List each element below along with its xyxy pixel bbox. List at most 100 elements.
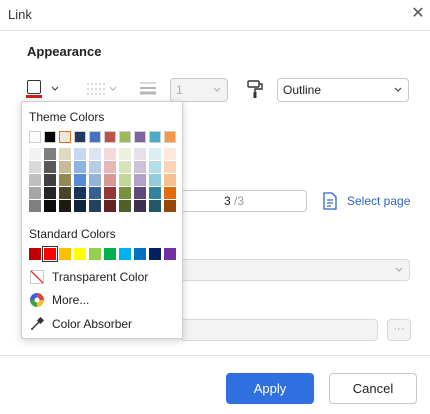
line-width-icon <box>139 80 157 96</box>
theme-color-swatch[interactable] <box>89 174 101 186</box>
theme-color-swatch[interactable] <box>104 131 116 143</box>
page-number-input[interactable]: 3 /3 <box>175 190 307 212</box>
transparent-label: Transparent Color <box>52 270 149 284</box>
theme-color-swatch[interactable] <box>59 200 71 212</box>
border-style-select[interactable]: Outline <box>277 78 409 102</box>
theme-color-swatch[interactable] <box>59 187 71 199</box>
theme-color-swatch[interactable] <box>119 131 131 143</box>
theme-color-swatch[interactable] <box>29 161 41 173</box>
theme-color-swatch[interactable] <box>164 131 176 143</box>
transparent-color-option[interactable]: Transparent Color <box>30 268 178 286</box>
standard-color-swatch[interactable] <box>59 248 71 260</box>
theme-color-swatch[interactable] <box>149 174 161 186</box>
chevron-down-icon <box>51 86 59 91</box>
theme-color-swatch[interactable] <box>89 131 101 143</box>
theme-color-swatch[interactable] <box>74 161 86 173</box>
standard-color-swatch[interactable] <box>89 248 101 260</box>
theme-color-swatch[interactable] <box>134 161 146 173</box>
chevron-down-icon <box>395 267 403 272</box>
border-style-value: Outline <box>283 83 322 97</box>
theme-color-swatch[interactable] <box>119 161 131 173</box>
theme-color-swatch[interactable] <box>164 187 176 199</box>
page-current: 3 <box>224 194 231 208</box>
theme-color-swatch[interactable] <box>104 148 116 160</box>
standard-color-swatch[interactable] <box>104 248 116 260</box>
link-target-input[interactable] <box>180 319 378 341</box>
theme-color-swatch[interactable] <box>149 200 161 212</box>
theme-color-swatch[interactable] <box>119 187 131 199</box>
theme-color-swatch[interactable] <box>164 200 176 212</box>
theme-color-swatch[interactable] <box>74 187 86 199</box>
theme-color-swatch[interactable] <box>74 148 86 160</box>
action-select[interactable] <box>180 259 410 281</box>
standard-colors-heading: Standard Colors <box>29 227 116 241</box>
theme-color-swatch[interactable] <box>44 187 56 199</box>
theme-color-swatch[interactable] <box>29 174 41 186</box>
theme-color-swatch[interactable] <box>74 200 86 212</box>
theme-color-swatch[interactable] <box>164 174 176 186</box>
theme-color-swatch[interactable] <box>119 200 131 212</box>
apply-button[interactable]: Apply <box>226 373 314 404</box>
appearance-heading: Appearance <box>27 44 102 59</box>
theme-color-swatch[interactable] <box>149 148 161 160</box>
theme-color-swatch[interactable] <box>44 200 56 212</box>
theme-color-swatch[interactable] <box>104 174 116 186</box>
standard-color-swatch[interactable] <box>29 248 41 260</box>
current-color-bar <box>26 95 42 98</box>
theme-color-swatch[interactable] <box>134 131 146 143</box>
eyedropper-icon <box>31 317 44 330</box>
theme-color-swatch[interactable] <box>104 200 116 212</box>
theme-color-swatch[interactable] <box>119 174 131 186</box>
theme-color-swatch[interactable] <box>74 131 86 143</box>
standard-color-swatch[interactable] <box>74 248 86 260</box>
theme-color-swatch[interactable] <box>59 148 71 160</box>
theme-color-swatch[interactable] <box>44 131 56 143</box>
theme-color-swatch[interactable] <box>44 161 56 173</box>
theme-color-swatch[interactable] <box>164 161 176 173</box>
page-total: /3 <box>234 194 245 208</box>
theme-color-swatch[interactable] <box>149 131 161 143</box>
theme-color-swatch[interactable] <box>44 148 56 160</box>
theme-color-swatch[interactable] <box>134 148 146 160</box>
theme-color-swatch[interactable] <box>89 187 101 199</box>
theme-color-swatch[interactable] <box>134 200 146 212</box>
paint-brush-icon[interactable] <box>246 79 264 99</box>
cancel-button[interactable]: Cancel <box>329 373 417 404</box>
theme-color-swatch[interactable] <box>104 187 116 199</box>
theme-color-swatch[interactable] <box>74 174 86 186</box>
standard-color-swatch[interactable] <box>164 248 176 260</box>
theme-color-swatch[interactable] <box>29 200 41 212</box>
more-colors-option[interactable]: More... <box>30 291 178 309</box>
standard-color-swatch[interactable] <box>42 246 58 262</box>
theme-color-swatch[interactable] <box>119 148 131 160</box>
theme-color-swatch[interactable] <box>134 187 146 199</box>
close-icon[interactable]: ✕ <box>409 5 427 23</box>
transparent-icon <box>30 270 44 284</box>
theme-color-swatch[interactable] <box>149 161 161 173</box>
standard-color-swatch[interactable] <box>134 248 146 260</box>
standard-color-row <box>29 246 179 262</box>
browse-button[interactable]: ··· <box>387 319 411 341</box>
theme-color-swatch[interactable] <box>164 148 176 160</box>
theme-color-swatch[interactable] <box>89 148 101 160</box>
line-style-button[interactable] <box>85 80 121 98</box>
theme-color-swatch[interactable] <box>59 161 71 173</box>
color-square-icon <box>27 80 41 94</box>
theme-color-swatch[interactable] <box>134 174 146 186</box>
color-absorber-option[interactable]: Color Absorber <box>30 315 178 333</box>
theme-color-swatch[interactable] <box>59 131 71 143</box>
theme-color-swatch[interactable] <box>89 161 101 173</box>
theme-color-swatch[interactable] <box>149 187 161 199</box>
standard-color-swatch[interactable] <box>119 248 131 260</box>
standard-color-swatch[interactable] <box>149 248 161 260</box>
color-palette-icon <box>30 293 44 307</box>
theme-color-swatch[interactable] <box>104 161 116 173</box>
theme-color-swatch[interactable] <box>29 187 41 199</box>
line-width-select[interactable]: 1 <box>170 78 228 102</box>
theme-color-swatch[interactable] <box>59 174 71 186</box>
theme-color-swatch[interactable] <box>29 131 41 143</box>
line-color-button[interactable] <box>26 79 64 99</box>
theme-color-swatch[interactable] <box>89 200 101 212</box>
theme-color-swatch[interactable] <box>44 174 56 186</box>
theme-color-swatch[interactable] <box>29 148 41 160</box>
